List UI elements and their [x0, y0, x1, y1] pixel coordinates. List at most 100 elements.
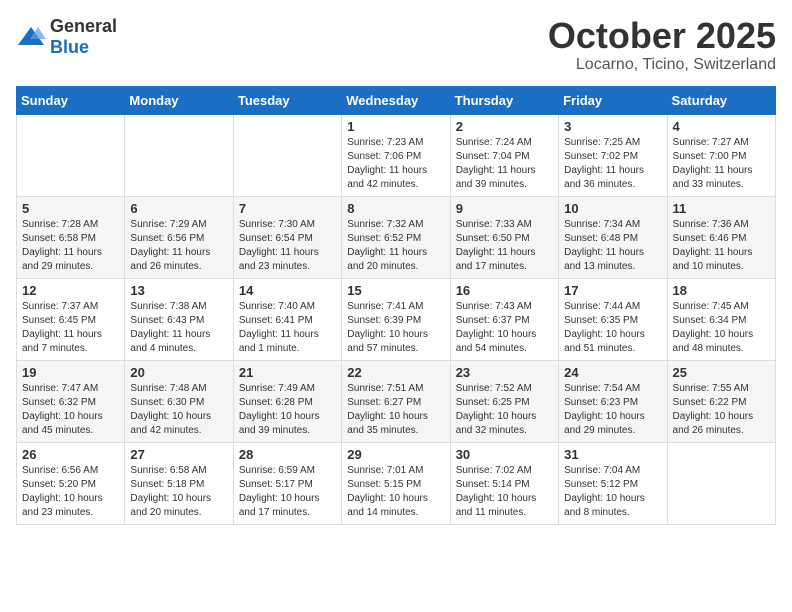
day-number: 12: [22, 283, 119, 298]
day-number: 15: [347, 283, 444, 298]
calendar-cell: 10 Sunrise: 7:34 AM Sunset: 6:48 PM Dayli…: [559, 196, 667, 278]
day-number: 25: [673, 365, 770, 380]
day-number: 8: [347, 201, 444, 216]
title-block: October 2025 Locarno, Ticino, Switzerlan…: [548, 16, 776, 74]
calendar-cell: 18Sunrise: 7:45 AM Sunset: 6:34 PM Dayli…: [667, 278, 775, 360]
day-number: 9: [456, 201, 553, 216]
day-number: 22: [347, 365, 444, 380]
col-header-tuesday: Tuesday: [233, 86, 341, 114]
calendar-cell: 5 Sunrise: 7:28 AM Sunset: 6:58 PM Daylig…: [17, 196, 125, 278]
calendar-week-row: 1Sunrise: 7:23 AM Sunset: 7:06 PM Daylig…: [17, 114, 776, 196]
calendar-cell: [17, 114, 125, 196]
calendar-cell: [125, 114, 233, 196]
day-number: 3: [564, 119, 661, 134]
location-title: Locarno, Ticino, Switzerland: [548, 56, 776, 74]
calendar-cell: 13 Sunrise: 7:38 AM Sunset: 6:43 PM Dayli…: [125, 278, 233, 360]
day-info: Sunrise: 7:41 AM Sunset: 6:39 PM Dayligh…: [347, 300, 444, 356]
calendar-cell: 21 Sunrise: 7:49 AM Sunset: 6:28 PM Dayli…: [233, 360, 341, 442]
day-number: 30: [456, 447, 553, 462]
day-number: 28: [239, 447, 336, 462]
logo: General Blue: [16, 16, 117, 58]
calendar-cell: 3 Sunrise: 7:25 AM Sunset: 7:02 PM Daylig…: [559, 114, 667, 196]
day-number: 4: [673, 119, 770, 134]
day-info: Sunrise: 7:45 AM Sunset: 6:34 PM Dayligh…: [673, 300, 770, 356]
logo-blue: Blue: [50, 37, 89, 57]
calendar-cell: 6 Sunrise: 7:29 AM Sunset: 6:56 PM Daylig…: [125, 196, 233, 278]
calendar-cell: 15 Sunrise: 7:41 AM Sunset: 6:39 PM Dayli…: [342, 278, 450, 360]
calendar-cell: 22 Sunrise: 7:51 AM Sunset: 6:27 PM Dayli…: [342, 360, 450, 442]
day-info: Sunrise: 7:38 AM Sunset: 6:43 PM Dayligh…: [130, 300, 227, 356]
day-info: Sunrise: 7:49 AM Sunset: 6:28 PM Dayligh…: [239, 382, 336, 438]
calendar-cell: [233, 114, 341, 196]
day-number: 5: [22, 201, 119, 216]
calendar-week-row: 19 Sunrise: 7:47 AM Sunset: 6:32 PM Dayli…: [17, 360, 776, 442]
calendar-cell: 17Sunrise: 7:44 AM Sunset: 6:35 PM Dayli…: [559, 278, 667, 360]
day-info: Sunrise: 6:58 AM Sunset: 5:18 PM Dayligh…: [130, 464, 227, 520]
col-header-friday: Friday: [559, 86, 667, 114]
day-number: 29: [347, 447, 444, 462]
logo-icon: [16, 25, 46, 49]
calendar-table: SundayMondayTuesdayWednesdayThursdayFrid…: [16, 86, 776, 525]
day-number: 24: [564, 365, 661, 380]
day-number: 27: [130, 447, 227, 462]
month-title: October 2025: [548, 16, 776, 56]
calendar-cell: 26Sunrise: 6:56 AM Sunset: 5:20 PM Dayli…: [17, 442, 125, 524]
day-info: Sunrise: 7:54 AM Sunset: 6:23 PM Dayligh…: [564, 382, 661, 438]
calendar-cell: 1Sunrise: 7:23 AM Sunset: 7:06 PM Daylig…: [342, 114, 450, 196]
day-info: Sunrise: 7:30 AM Sunset: 6:54 PM Dayligh…: [239, 218, 336, 274]
day-info: Sunrise: 7:40 AM Sunset: 6:41 PM Dayligh…: [239, 300, 336, 356]
day-number: 13: [130, 283, 227, 298]
col-header-thursday: Thursday: [450, 86, 558, 114]
day-number: 10: [564, 201, 661, 216]
calendar-cell: 19 Sunrise: 7:47 AM Sunset: 6:32 PM Dayli…: [17, 360, 125, 442]
day-number: 1: [347, 119, 444, 134]
day-info: Sunrise: 7:25 AM Sunset: 7:02 PM Dayligh…: [564, 136, 661, 192]
day-number: 6: [130, 201, 227, 216]
calendar-cell: 4Sunrise: 7:27 AM Sunset: 7:00 PM Daylig…: [667, 114, 775, 196]
day-info: Sunrise: 7:51 AM Sunset: 6:27 PM Dayligh…: [347, 382, 444, 438]
day-info: Sunrise: 7:01 AM Sunset: 5:15 PM Dayligh…: [347, 464, 444, 520]
day-info: Sunrise: 7:33 AM Sunset: 6:50 PM Dayligh…: [456, 218, 553, 274]
day-info: Sunrise: 7:52 AM Sunset: 6:25 PM Dayligh…: [456, 382, 553, 438]
col-header-wednesday: Wednesday: [342, 86, 450, 114]
calendar-cell: 30 Sunrise: 7:02 AM Sunset: 5:14 PM Dayli…: [450, 442, 558, 524]
calendar-cell: 27 Sunrise: 6:58 AM Sunset: 5:18 PM Dayli…: [125, 442, 233, 524]
day-number: 2: [456, 119, 553, 134]
calendar-header-row: SundayMondayTuesdayWednesdayThursdayFrid…: [17, 86, 776, 114]
day-info: Sunrise: 6:59 AM Sunset: 5:17 PM Dayligh…: [239, 464, 336, 520]
page-header: General Blue October 2025 Locarno, Ticin…: [16, 16, 776, 74]
calendar-cell: 7Sunrise: 7:30 AM Sunset: 6:54 PM Daylig…: [233, 196, 341, 278]
day-number: 11: [673, 201, 770, 216]
calendar-cell: 16Sunrise: 7:43 AM Sunset: 6:37 PM Dayli…: [450, 278, 558, 360]
day-number: 20: [130, 365, 227, 380]
day-number: 31: [564, 447, 661, 462]
calendar-cell: 31Sunrise: 7:04 AM Sunset: 5:12 PM Dayli…: [559, 442, 667, 524]
day-info: Sunrise: 7:55 AM Sunset: 6:22 PM Dayligh…: [673, 382, 770, 438]
calendar-cell: 24 Sunrise: 7:54 AM Sunset: 6:23 PM Dayli…: [559, 360, 667, 442]
day-info: Sunrise: 7:24 AM Sunset: 7:04 PM Dayligh…: [456, 136, 553, 192]
calendar-cell: 20 Sunrise: 7:48 AM Sunset: 6:30 PM Dayli…: [125, 360, 233, 442]
day-number: 14: [239, 283, 336, 298]
calendar-cell: 25 Sunrise: 7:55 AM Sunset: 6:22 PM Dayli…: [667, 360, 775, 442]
calendar-cell: [667, 442, 775, 524]
day-info: Sunrise: 7:28 AM Sunset: 6:58 PM Dayligh…: [22, 218, 119, 274]
day-number: 21: [239, 365, 336, 380]
calendar-cell: 8Sunrise: 7:32 AM Sunset: 6:52 PM Daylig…: [342, 196, 450, 278]
day-info: Sunrise: 7:48 AM Sunset: 6:30 PM Dayligh…: [130, 382, 227, 438]
day-number: 26: [22, 447, 119, 462]
calendar-cell: 9 Sunrise: 7:33 AM Sunset: 6:50 PM Daylig…: [450, 196, 558, 278]
day-number: 19: [22, 365, 119, 380]
day-info: Sunrise: 7:43 AM Sunset: 6:37 PM Dayligh…: [456, 300, 553, 356]
col-header-monday: Monday: [125, 86, 233, 114]
calendar-cell: 11Sunrise: 7:36 AM Sunset: 6:46 PM Dayli…: [667, 196, 775, 278]
col-header-saturday: Saturday: [667, 86, 775, 114]
day-number: 17: [564, 283, 661, 298]
day-info: Sunrise: 7:34 AM Sunset: 6:48 PM Dayligh…: [564, 218, 661, 274]
day-info: Sunrise: 7:47 AM Sunset: 6:32 PM Dayligh…: [22, 382, 119, 438]
calendar-cell: 12 Sunrise: 7:37 AM Sunset: 6:45 PM Dayli…: [17, 278, 125, 360]
day-info: Sunrise: 7:29 AM Sunset: 6:56 PM Dayligh…: [130, 218, 227, 274]
day-info: Sunrise: 7:02 AM Sunset: 5:14 PM Dayligh…: [456, 464, 553, 520]
calendar-cell: 29 Sunrise: 7:01 AM Sunset: 5:15 PM Dayli…: [342, 442, 450, 524]
day-info: Sunrise: 7:37 AM Sunset: 6:45 PM Dayligh…: [22, 300, 119, 356]
calendar-week-row: 12 Sunrise: 7:37 AM Sunset: 6:45 PM Dayli…: [17, 278, 776, 360]
